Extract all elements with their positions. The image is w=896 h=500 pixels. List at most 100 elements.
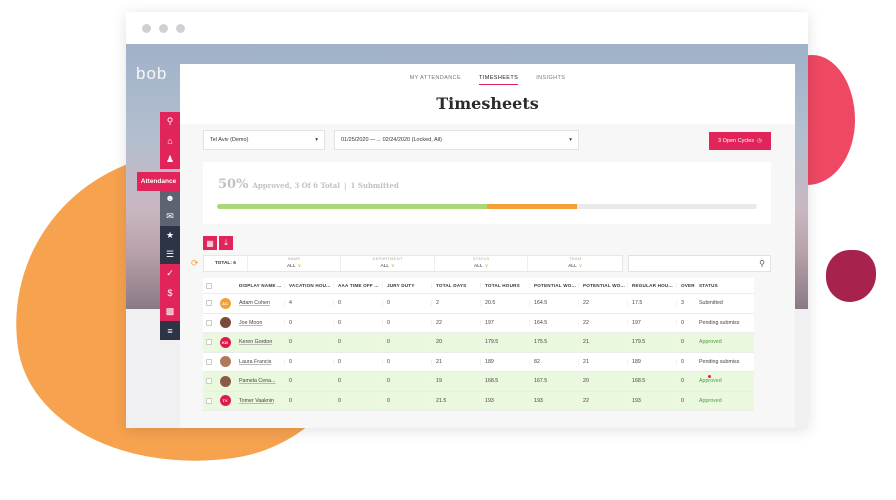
row-checkbox[interactable] [203,300,215,307]
home-icon[interactable]: ⌂ [160,131,180,150]
row-checkbox[interactable] [203,378,215,385]
chart-icon[interactable]: ▩ [160,302,180,321]
status-cell: Pending submiss [699,319,740,326]
table-cell: 0 [333,339,382,346]
people-icon[interactable]: ♟ [160,150,180,169]
col-header[interactable]: TOTAL HOURS [480,283,529,288]
table-row[interactable]: Pamela Cena... 0 0 0 19 168.5 167.5 20 168.5 0 App… [203,372,754,392]
search-icon: ⚲ [759,259,765,268]
download-icon[interactable]: ⤓ [219,236,233,250]
sidebar-item-attendance[interactable]: Attendance [137,172,180,191]
table-toolbar: ▦ ⤓ [203,236,233,250]
col-header[interactable]: POTENTIAL WO... [578,283,627,288]
search-icon[interactable]: ⚲ [160,112,180,131]
table-row[interactable]: AC Adam Cohen 4 0 0 2 20.5 164.5 22 17.5 3 Submitte… [203,294,754,314]
approved-detail: Approved, 3 Of 6 Total [252,181,340,190]
chevron-down-icon: ∨ [297,263,302,269]
table-cell: 3 [676,300,695,307]
name-filter[interactable]: NAME ALL ∨ [248,256,342,271]
col-header[interactable]: AAA TIME OFF ... [333,283,382,288]
row-checkbox[interactable] [203,339,215,346]
tab-insights[interactable]: INSIGHTS [536,75,565,85]
chat-icon[interactable]: ✉ [160,207,180,226]
site-select[interactable]: Tel Aviv (Demo) ▾ [203,130,325,150]
tab-my-attendance[interactable]: MY ATTENDANCE [410,75,461,85]
col-header[interactable]: TOTAL DAYS [431,283,480,288]
col-header[interactable]: REGULAR HOU... [627,283,676,288]
name-cell[interactable]: Pamela Cena... [235,378,284,384]
employee-name-link[interactable]: Pamela Cena... [239,378,276,384]
window-titlebar [126,12,808,44]
search-input[interactable]: ⚲ [628,255,771,272]
employee-name-link[interactable]: Keren Gordon [239,339,272,345]
table-row[interactable]: Laura Francis 0 0 0 21 189 82 21 189 0 Pending sub… [203,352,754,372]
filter-bar: TOTAL: 6 NAME ALL ∨ DEPARTMENT ALL ∨ STATU… [203,255,623,272]
settings-sliders-icon[interactable]: ≡ [160,321,180,340]
table-cell: 193 [627,397,676,404]
approval-progress-bar [217,204,757,209]
avatar-cell: KG [215,336,235,348]
table-row[interactable]: KG Keren Gordon 0 0 0 20 179.5 175.5 21 179.5 0 App… [203,333,754,353]
refresh-icon[interactable]: ⟳ [191,258,203,269]
name-cell[interactable]: Keren Gordon [235,339,284,345]
submitted-count: 1 Submitted [350,181,399,190]
team-filter[interactable]: TEAM ALL ∨ [528,256,622,271]
badge-icon[interactable]: ★ [160,226,180,245]
col-header[interactable]: VACATION HOU... [284,283,333,288]
filter-selects: Tel Aviv (Demo) ▾ 01/25/2020 —→ 02/24/20… [203,130,579,150]
table-cell: 17.5 [627,300,676,307]
status-filter[interactable]: STATUS ALL ∨ [435,256,529,271]
tab-timesheets[interactable]: TIMESHEETS [479,75,519,85]
table-cell: 193 [480,397,529,404]
name-cell[interactable]: Adam Cohen [235,300,284,306]
avatar-cell [215,375,235,387]
table-cell: 21 [431,358,480,365]
employee-name-link[interactable]: Joe Moon [239,320,262,326]
name-cell[interactable]: Laura Francis [235,359,284,365]
row-checkbox[interactable] [203,397,215,404]
window-dot-icon [159,23,168,33]
document-icon[interactable]: ☰ [160,245,180,264]
cycle-select[interactable]: 01/25/2020 —→ 02/24/2020 (Locked, All) ▾ [334,130,579,150]
name-cell[interactable]: Tomer Vaaknin [235,398,284,404]
col-header[interactable]: POTENTIAL WO... [529,283,578,288]
col-header[interactable]: DISPLAY NAME ... [235,283,284,288]
col-header[interactable]: JURY DUTY [382,283,431,288]
table-cell: 179.5 [627,339,676,346]
employee-name-link[interactable]: Tomer Vaaknin [239,398,274,404]
employee-name-link[interactable]: Laura Francis [239,359,271,365]
checklist-icon[interactable]: ✓ [160,264,180,283]
calendar-icon[interactable]: ▦ [203,236,217,250]
table-cell: 0 [333,358,382,365]
col-header[interactable]: OVERT [676,283,695,288]
timesheets-table: DISPLAY NAME ... VACATION HOU... AAA TIM… [203,278,754,411]
department-filter-value: ALL [380,263,390,269]
table-cell: 0 [676,339,695,346]
table-cell: 0 [382,358,431,365]
progress-approved-segment [217,204,487,209]
panel-header: MY ATTENDANCE TIMESHEETS INSIGHTS Timesh… [180,64,795,124]
status-cell: Approved [699,397,722,404]
status-cell: Pending submiss [699,358,740,365]
table-row[interactable]: TV Tomer Vaaknin 0 0 0 21.5 193 193 22 193 0 Approv… [203,391,754,411]
row-checkbox[interactable] [203,319,215,326]
col-header[interactable]: STATUS [695,283,740,288]
name-filter-value: ALL [286,263,296,269]
department-filter[interactable]: DEPARTMENT ALL ∨ [341,256,435,271]
timesheets-panel: MY ATTENDANCE TIMESHEETS INSIGHTS Timesh… [180,64,795,428]
avatar: AC [219,297,231,309]
open-cycles-button[interactable]: 3 Open Cycles ◷ [709,132,771,150]
table-cell: 0 [284,358,333,365]
progress-submitted-segment [487,204,578,209]
name-filter-label: NAME [287,256,301,261]
checkbox-box [206,319,212,326]
checkbox-box [206,300,212,307]
row-checkbox[interactable] [203,358,215,365]
table-row[interactable]: Joe Moon 0 0 0 22 197 164.5 22 197 0 Pending submi… [203,313,754,333]
select-all-checkbox[interactable] [203,282,215,289]
name-cell[interactable]: Joe Moon [235,320,284,326]
status-cell: Submitted [699,300,723,307]
employee-name-link[interactable]: Adam Cohen [239,300,270,306]
money-icon[interactable]: $ [160,283,180,302]
table-cell: 22 [431,319,480,326]
